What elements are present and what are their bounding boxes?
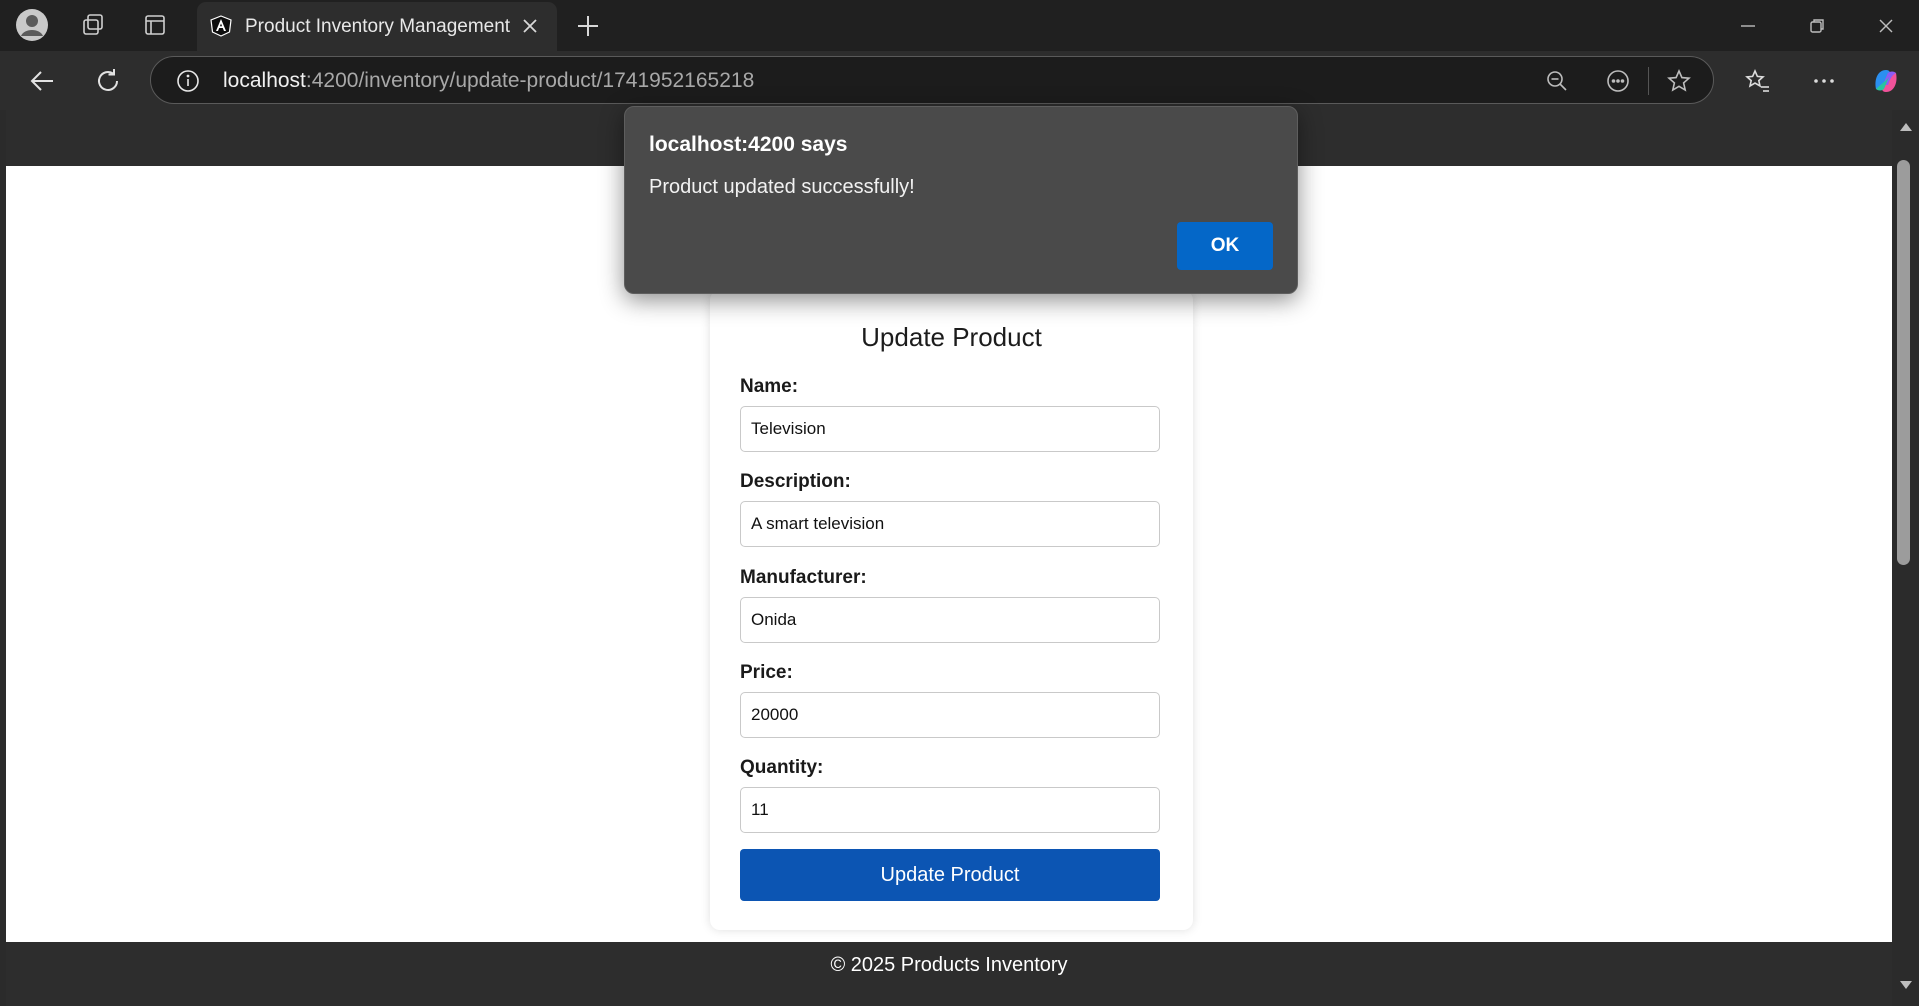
reload-icon[interactable] xyxy=(91,64,125,98)
browser-tab-strip: Product Inventory Management xyxy=(0,0,1919,51)
name-label: Name: xyxy=(740,376,799,397)
price-label: Price: xyxy=(740,662,793,683)
favorites-list-icon[interactable] xyxy=(1741,64,1775,98)
browser-toolbar: localhost:4200/inventory/update-product/… xyxy=(0,51,1919,110)
angular-logo-icon xyxy=(210,15,232,37)
active-tab[interactable]: Product Inventory Management xyxy=(197,2,557,51)
page-footer: © 2025 Products Inventory xyxy=(6,942,1892,1006)
manufacturer-input[interactable] xyxy=(740,597,1160,643)
profile-avatar-icon[interactable] xyxy=(15,8,49,42)
alert-dialog: localhost:4200 says Product updated succ… xyxy=(624,106,1298,294)
copilot-icon[interactable] xyxy=(1869,64,1903,98)
back-arrow-icon[interactable] xyxy=(25,64,59,98)
name-input[interactable] xyxy=(740,406,1160,452)
scroll-thumb[interactable] xyxy=(1897,160,1910,565)
update-product-button[interactable]: Update Product xyxy=(740,849,1160,901)
description-label: Description: xyxy=(740,471,851,492)
form-heading: Update Product xyxy=(861,322,1042,352)
scroll-down-arrow-icon[interactable] xyxy=(1899,980,1913,990)
site-info-icon[interactable] xyxy=(176,69,200,93)
read-aloud-icon[interactable] xyxy=(1605,68,1631,94)
close-tab-icon[interactable] xyxy=(519,15,541,37)
workspaces-icon[interactable] xyxy=(76,8,110,42)
url-text[interactable]: localhost:4200/inventory/update-product/… xyxy=(223,69,754,93)
restore-window-icon[interactable] xyxy=(1803,12,1831,40)
new-tab-icon[interactable] xyxy=(574,12,602,40)
vertical-tabs-icon[interactable] xyxy=(138,8,172,42)
omnibox-divider xyxy=(1648,67,1649,95)
dialog-message: Product updated successfully! xyxy=(649,176,915,198)
close-window-icon[interactable] xyxy=(1872,12,1900,40)
minimize-window-icon[interactable] xyxy=(1734,12,1762,40)
tab-title: Product Inventory Management xyxy=(245,16,511,37)
description-input[interactable] xyxy=(740,501,1160,547)
scroll-up-arrow-icon[interactable] xyxy=(1899,122,1913,132)
favorite-star-icon[interactable] xyxy=(1666,68,1692,94)
url-path: :4200/inventory/update-product/174195216… xyxy=(305,69,755,92)
quantity-input[interactable] xyxy=(740,787,1160,833)
footer-text: © 2025 Products Inventory xyxy=(830,954,1068,976)
zoom-out-icon[interactable] xyxy=(1544,68,1570,94)
address-bar[interactable]: localhost:4200/inventory/update-product/… xyxy=(150,56,1714,104)
manufacturer-label: Manufacturer: xyxy=(740,567,867,588)
more-options-icon[interactable] xyxy=(1807,64,1841,98)
quantity-label: Quantity: xyxy=(740,757,824,778)
dialog-ok-button[interactable]: OK xyxy=(1177,222,1273,270)
price-input[interactable] xyxy=(740,692,1160,738)
url-host: localhost xyxy=(223,69,306,92)
dialog-title: localhost:4200 says xyxy=(649,133,848,156)
